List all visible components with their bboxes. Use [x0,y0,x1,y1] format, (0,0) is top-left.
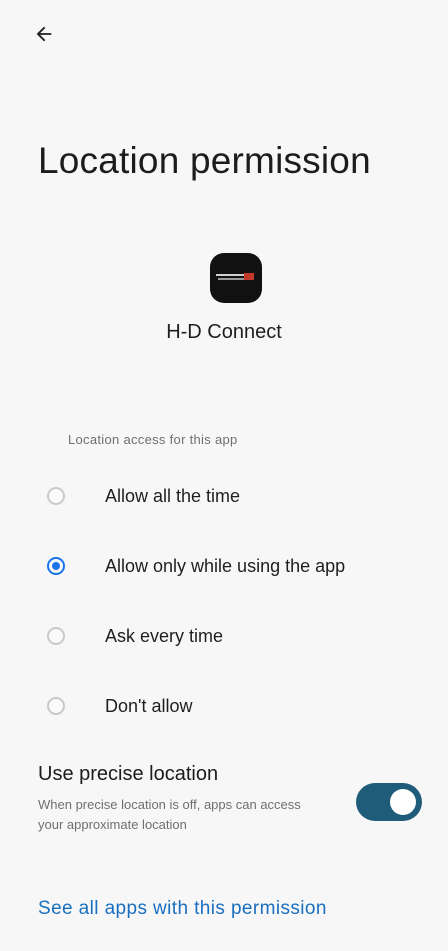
option-label: Allow only while using the app [105,555,346,576]
option-label: Allow all the time [105,485,241,506]
precise-location-toggle[interactable] [356,783,422,821]
radio-unselected-icon[interactable] [47,627,65,645]
option-label: Ask every time [105,625,224,646]
page-title: Location permission [38,140,371,181]
option-ask-every-time[interactable]: Ask every time [0,608,448,664]
back-button[interactable] [26,16,62,52]
see-all-apps-link[interactable]: See all apps with this permission [38,898,327,920]
radio-unselected-icon[interactable] [47,697,65,715]
option-allow-all-the-time[interactable]: Allow all the time [0,468,448,524]
precise-location-description: When precise location is off, apps can a… [38,797,301,832]
radio-selected-icon[interactable] [47,557,65,575]
app-name: H-D Connect [166,321,282,343]
arrow-left-icon [36,26,52,42]
radio-unselected-icon[interactable] [47,487,65,505]
permission-screen: Location permission H-D Connect Location… [0,0,448,951]
precise-location-title: Use precise location [38,763,219,785]
harley-davidson-app-icon [210,253,262,303]
toggle-knob [390,789,416,815]
section-label: Location access for this app [68,432,238,447]
option-dont-allow[interactable]: Don't allow [0,678,448,734]
option-label: Don't allow [105,695,193,716]
option-allow-while-using[interactable]: Allow only while using the app [0,538,448,594]
